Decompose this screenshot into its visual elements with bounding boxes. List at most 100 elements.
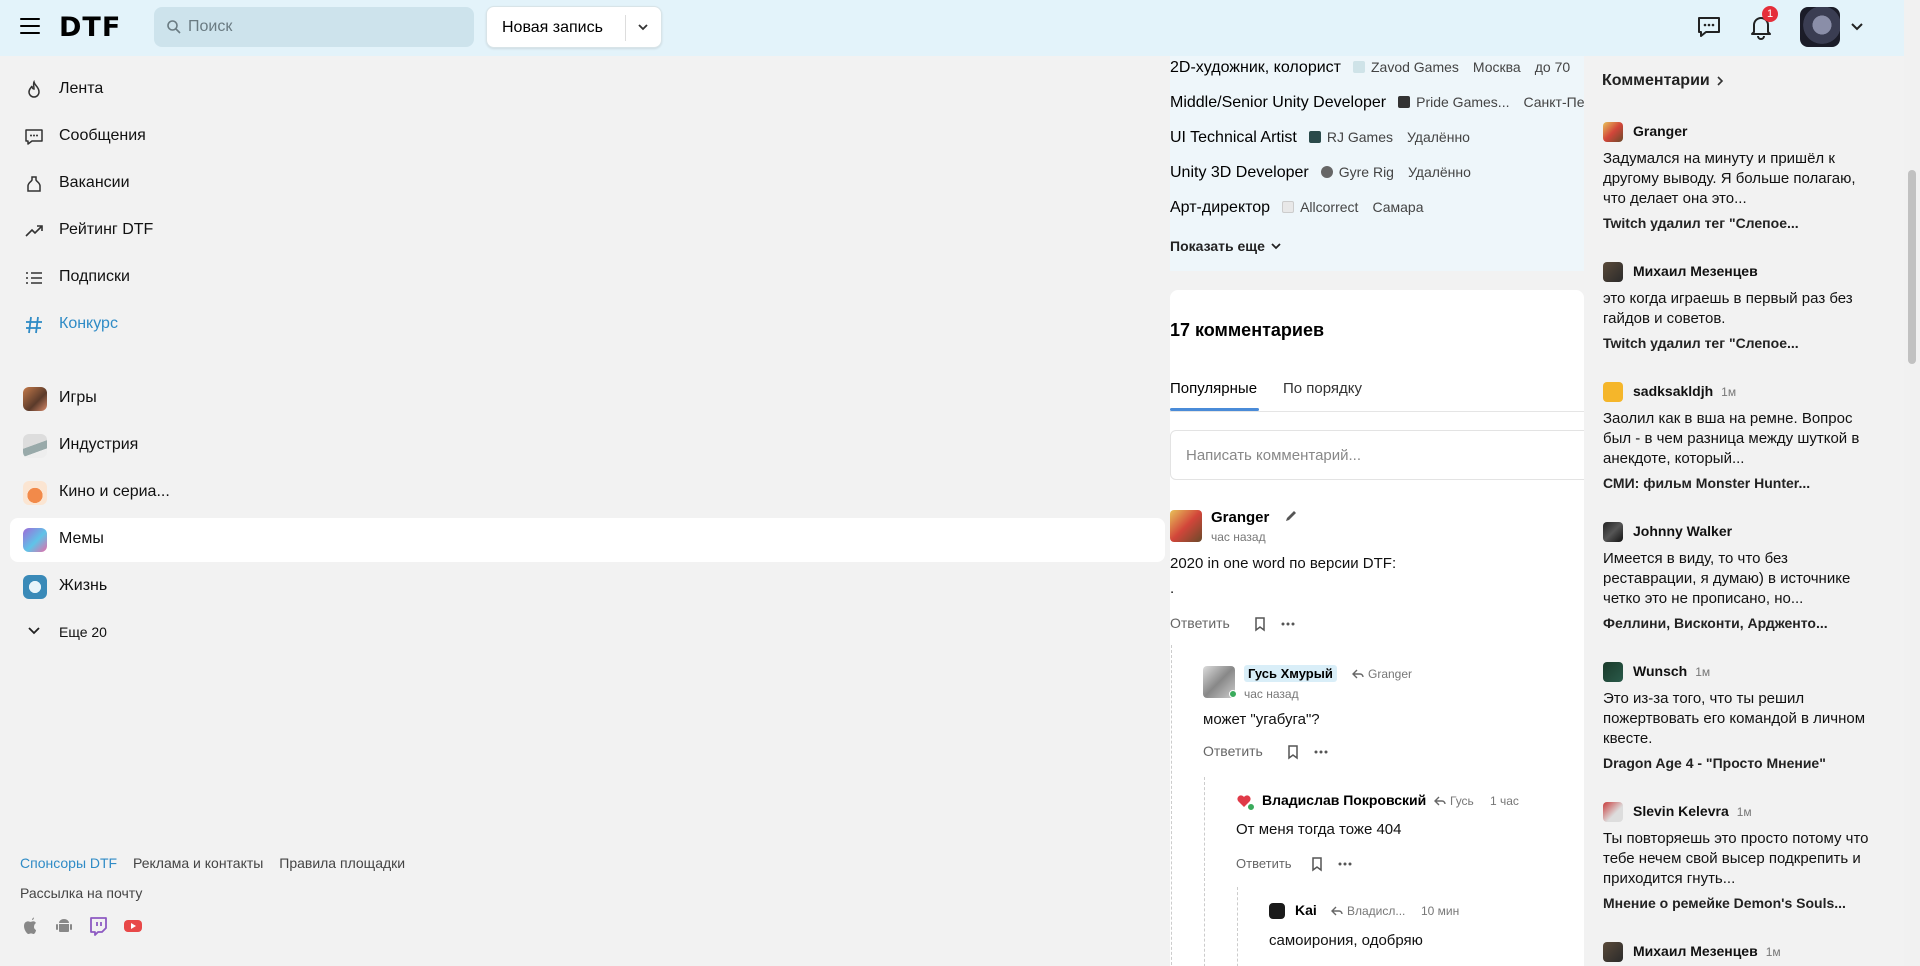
sidebar-item-feed[interactable]: Лента xyxy=(10,68,1165,112)
more-icon[interactable] xyxy=(1337,856,1353,872)
comment-author-label: Гусь Хмурый xyxy=(1244,665,1337,682)
youtube-icon[interactable] xyxy=(123,916,143,936)
apple-icon[interactable] xyxy=(20,916,40,936)
live-comment-post[interactable]: Феллини, Висконти, Ардженто... xyxy=(1603,615,1828,631)
comment-author[interactable]: Kai xyxy=(1295,902,1317,918)
avatar[interactable] xyxy=(1170,510,1202,542)
company-logo xyxy=(1352,61,1365,73)
search-box[interactable] xyxy=(154,7,474,47)
new-post-button[interactable]: Новая запись xyxy=(486,6,662,48)
live-comment-author[interactable]: Slevin Kelevra 1м xyxy=(1633,803,1752,819)
avatar[interactable] xyxy=(1603,942,1623,962)
bookmark-icon[interactable] xyxy=(1252,616,1268,632)
reply-to[interactable]: Владисл... xyxy=(1331,904,1405,918)
sidebar-item-memes[interactable]: Мемы xyxy=(10,518,1165,562)
reply-to[interactable]: Granger xyxy=(1352,667,1412,681)
reply-button[interactable]: Ответить xyxy=(1203,743,1263,759)
chevron-down-icon[interactable] xyxy=(635,19,651,35)
bookmark-icon[interactable] xyxy=(1309,856,1325,872)
live-comment-text[interactable]: Имеется в виду, то что без реставрации, … xyxy=(1603,549,1878,609)
avatar[interactable] xyxy=(1603,662,1623,682)
top-header: DTF Новая запись 1 xyxy=(0,0,1904,56)
sidebar-item-cinema[interactable]: Кино и сериа... xyxy=(10,471,1165,515)
comment-input[interactable] xyxy=(1170,430,1584,480)
job-item[interactable]: Арт-директор Allcorrect Самара xyxy=(1170,199,1423,221)
messages-icon[interactable] xyxy=(1696,14,1722,40)
sidebar-item-games[interactable]: Игры xyxy=(10,377,1165,421)
more-icon[interactable] xyxy=(1280,616,1296,632)
chevron-down-icon[interactable] xyxy=(1849,18,1865,34)
ads-link[interactable]: Реклама и контакты xyxy=(133,855,263,871)
sidebar-item-life[interactable]: Жизнь xyxy=(10,565,1165,609)
menu-icon[interactable] xyxy=(20,18,40,34)
android-icon[interactable] xyxy=(54,916,74,936)
job-city: Санкт-Пе xyxy=(1523,94,1584,110)
show-more-button[interactable]: Показать еще xyxy=(1170,238,1283,254)
job-item[interactable]: 2D-художник, колорист Zavod Games Москва до… xyxy=(1170,59,1570,81)
rules-link[interactable]: Правила площадки xyxy=(279,855,405,871)
dtf-logo[interactable]: DTF xyxy=(59,12,121,43)
live-comment-post[interactable]: СМИ: фильм Monster Hunter... xyxy=(1603,475,1810,491)
twitch-icon[interactable] xyxy=(88,916,108,936)
live-comment-text[interactable]: Это из-за того, что ты решил пожертвоват… xyxy=(1603,689,1878,749)
avatar[interactable] xyxy=(1603,802,1623,822)
live-comment-author[interactable]: Wunsch 1м xyxy=(1633,663,1710,679)
sidebar-item-subscriptions[interactable]: Подписки xyxy=(10,256,1165,300)
sponsors-link[interactable]: Спонсоры DTF xyxy=(20,855,117,871)
comment-author[interactable]: Владислав Покровский xyxy=(1262,792,1426,808)
sidebar-item-label: Лента xyxy=(59,80,104,97)
job-city: Москва xyxy=(1472,59,1521,75)
tab-popular[interactable]: Популярные xyxy=(1170,380,1257,397)
live-comment-text[interactable]: Ты повторяешь это просто потому что тебе… xyxy=(1603,829,1878,889)
live-comment-text[interactable]: Задумался на минуту и пришёл к другому в… xyxy=(1603,149,1878,209)
live-comments-title[interactable]: Комментарии xyxy=(1602,72,1726,90)
live-comment-author[interactable]: Johnny Walker xyxy=(1633,523,1732,539)
live-comment-author[interactable]: Михаил Мезенцев xyxy=(1633,263,1758,279)
job-item[interactable]: Middle/Senior Unity Developer Pride Games… xyxy=(1170,94,1584,116)
tab-order[interactable]: По порядку xyxy=(1283,380,1362,397)
job-company: Gyre Rig xyxy=(1338,164,1394,180)
user-avatar[interactable] xyxy=(1800,7,1840,47)
live-comment-author[interactable]: Михаил Мезенцев 1м xyxy=(1633,943,1781,959)
more-icon[interactable] xyxy=(1313,744,1329,760)
live-comment-text[interactable]: это когда играешь в первый раз без гайдо… xyxy=(1603,289,1878,329)
sidebar-more-button[interactable]: Еще 20 xyxy=(10,613,210,649)
live-comment-text[interactable]: Заолил как в вша на ремне. Вопрос был - … xyxy=(1603,409,1878,469)
job-item[interactable]: UI Technical Artist RJ Games Удалённо xyxy=(1170,129,1470,151)
reply-button[interactable]: Ответить xyxy=(1170,615,1230,631)
avatar[interactable] xyxy=(1603,122,1623,142)
newsletter-link[interactable]: Рассылка на почту xyxy=(20,885,142,901)
comment-author[interactable]: Гусь Хмурый xyxy=(1244,665,1337,682)
sidebar-item-industry[interactable]: Индустрия xyxy=(10,424,1165,468)
avatar[interactable] xyxy=(1269,903,1285,919)
sidebar-item-rating[interactable]: Рейтинг DTF xyxy=(10,209,1165,253)
avatar[interactable] xyxy=(1603,262,1623,282)
live-comment-post[interactable]: Twitch удалил тег "Слепое... xyxy=(1603,335,1799,351)
reply-arrow-icon xyxy=(1331,906,1343,916)
live-comment-post[interactable]: Мнение о ремейке Demon's Souls... xyxy=(1603,895,1846,911)
search-icon xyxy=(167,20,181,34)
live-comment-author-name: Михаил Мезенцев xyxy=(1633,943,1758,959)
job-item[interactable]: Unity 3D Developer Gyre Rig Удалённо xyxy=(1170,164,1471,186)
live-comment-author[interactable]: Granger xyxy=(1633,123,1687,139)
reply-button[interactable]: Ответить xyxy=(1236,856,1292,871)
search-input[interactable] xyxy=(188,7,458,47)
live-comment-post[interactable]: Dragon Age 4 - "Просто Мнение" xyxy=(1603,755,1826,771)
sidebar-item-messages[interactable]: Сообщения xyxy=(10,115,1165,159)
scrollbar-thumb[interactable] xyxy=(1908,170,1916,364)
comment-author[interactable]: Granger xyxy=(1211,509,1269,526)
reply-to[interactable]: Гусь xyxy=(1434,794,1474,808)
sidebar-item-jobs[interactable]: Вакансии xyxy=(10,162,1165,206)
sidebar-item-label: Сообщения xyxy=(59,127,146,144)
live-comment-post[interactable]: Twitch удалил тег "Слепое... xyxy=(1603,215,1799,231)
page-scrollbar[interactable] xyxy=(1904,0,1920,966)
live-comment-author[interactable]: sadksakldjh 1м xyxy=(1633,383,1736,399)
comment-text: самоирония, одобряю xyxy=(1269,932,1423,949)
avatar[interactable] xyxy=(1603,522,1623,542)
sidebar-item-contest[interactable]: Конкурс xyxy=(10,303,1165,347)
memes-avatar xyxy=(23,528,47,552)
thread-line xyxy=(1204,777,1205,966)
job-company: Zavod Games xyxy=(1370,59,1459,75)
avatar[interactable] xyxy=(1603,382,1623,402)
bookmark-icon[interactable] xyxy=(1285,744,1301,760)
